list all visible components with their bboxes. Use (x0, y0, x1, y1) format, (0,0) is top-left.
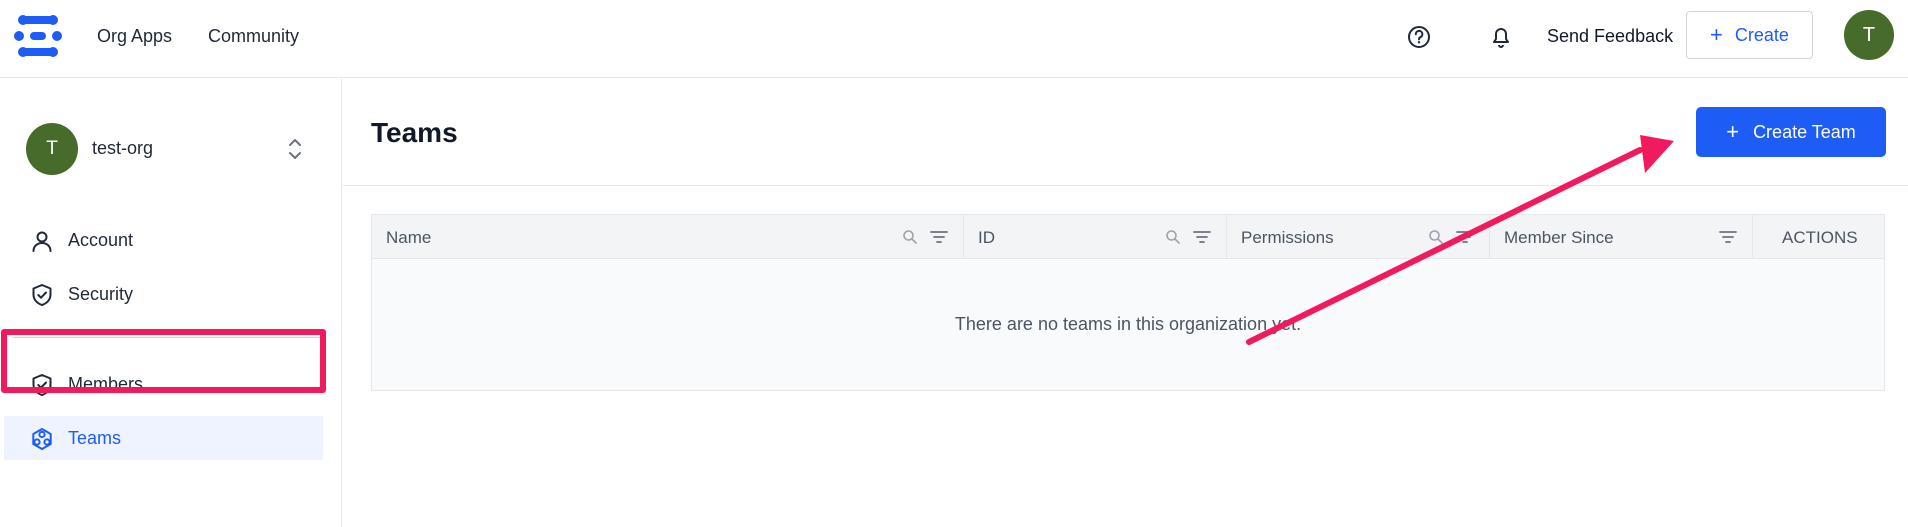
sidebar-item-label: Security (68, 284, 134, 304)
search-icon[interactable] (1165, 229, 1181, 245)
create-team-button[interactable]: + Create Team (1696, 107, 1886, 157)
sidebar-item-account[interactable]: Account (0, 218, 342, 262)
column-header-member-since[interactable]: Member Since (1490, 215, 1753, 259)
shield-check-icon (32, 374, 52, 396)
search-icon[interactable] (902, 229, 918, 245)
shield-check-icon (32, 284, 52, 306)
nav-community[interactable]: Community (208, 26, 299, 47)
plus-icon: + (1726, 119, 1740, 144)
filter-icon[interactable] (1192, 229, 1212, 245)
teams-table: Name ID Permissions Member Since ACTIONS… (371, 214, 1885, 391)
page-title: Teams (371, 117, 458, 148)
search-icon[interactable] (1428, 229, 1444, 245)
help-icon[interactable] (1404, 22, 1434, 52)
user-icon (32, 231, 52, 252)
top-navbar: Org Apps Community Send Feedback + Creat… (0, 0, 1908, 78)
column-header-name[interactable]: Name (372, 215, 964, 259)
filter-icon[interactable] (1455, 229, 1475, 245)
column-header-label: Permissions (1241, 228, 1334, 247)
sidebar-item-label: Members (68, 374, 144, 394)
org-avatar: T (26, 123, 78, 175)
sidebar-divider (13, 337, 323, 338)
app-logo-icon[interactable] (14, 14, 62, 58)
sidebar-item-teams[interactable]: Teams (4, 416, 323, 460)
org-name: test-org (92, 138, 154, 158)
column-header-label: ID (978, 228, 995, 247)
column-header-actions: ACTIONS (1753, 215, 1884, 259)
column-header-id[interactable]: ID (964, 215, 1227, 259)
column-header-label: Member Since (1504, 228, 1614, 247)
header-divider (343, 185, 1908, 186)
empty-state-message: There are no teams in this organization … (954, 314, 1302, 334)
create-button-label: Create (1734, 24, 1789, 45)
nav-org-apps[interactable]: Org Apps (97, 26, 172, 47)
filter-icon[interactable] (1718, 229, 1738, 245)
org-switcher[interactable]: T test-org (26, 123, 311, 175)
sidebar-item-members[interactable]: Members (0, 362, 342, 406)
teams-icon (32, 428, 52, 450)
plus-icon: + (1710, 22, 1723, 47)
user-avatar[interactable]: T (1844, 10, 1894, 60)
column-header-label: ACTIONS (1782, 228, 1858, 247)
sidebar-item-label: Teams (68, 428, 122, 448)
column-header-label: Name (386, 228, 432, 247)
create-team-button-label: Create Team (1753, 121, 1856, 142)
column-header-permissions[interactable]: Permissions (1227, 215, 1490, 259)
sidebar-item-security[interactable]: Security (0, 272, 342, 316)
create-button[interactable]: + Create (1686, 11, 1813, 59)
bell-icon[interactable] (1486, 22, 1516, 52)
table-header: Name ID Permissions Member Since ACTIONS (372, 215, 1884, 259)
sidebar: T test-org Account Security Members Team… (0, 79, 342, 527)
chevron-up-down-icon (289, 139, 301, 159)
filter-icon[interactable] (929, 229, 949, 245)
send-feedback-link[interactable]: Send Feedback (1547, 26, 1673, 47)
sidebar-item-label: Account (68, 230, 134, 250)
